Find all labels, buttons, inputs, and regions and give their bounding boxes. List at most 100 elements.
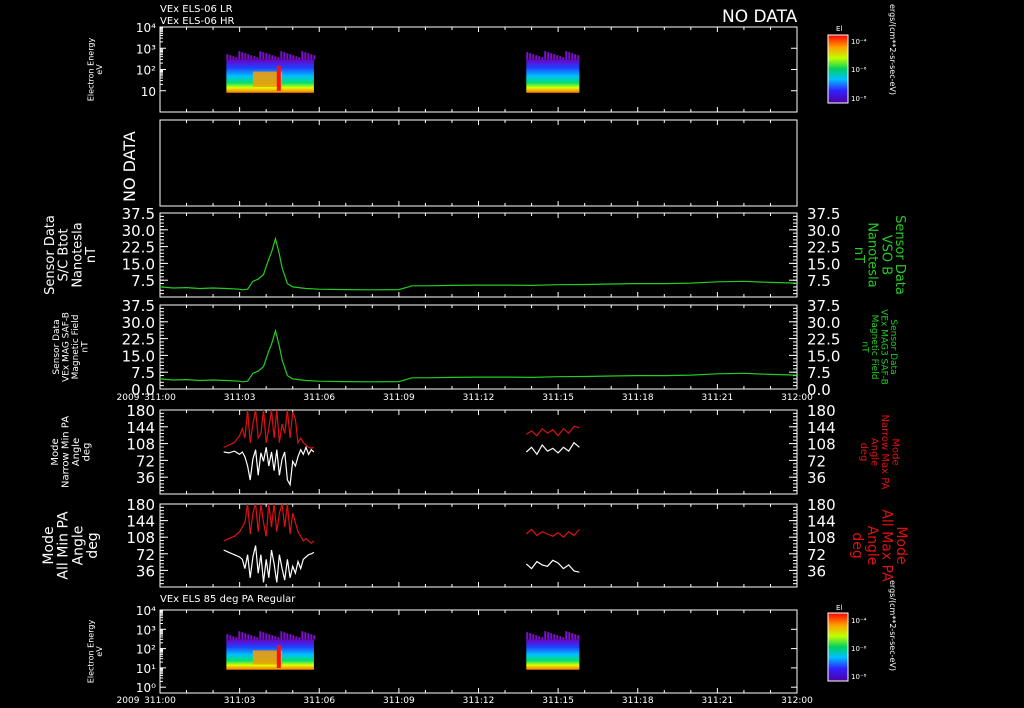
colorbar-top: El 10⁻⁴ 10⁻⁶ 10⁻⁸ ergs/(cm**2-sr-sec-eV) — [827, 4, 897, 104]
y-tick-label: 180 — [126, 496, 155, 514]
y-tick-label: 144 — [126, 419, 155, 437]
panel-3-ylabel-right-line: nT — [851, 247, 866, 263]
spectrogram-block — [526, 639, 580, 670]
spectrogram-speck — [274, 636, 277, 640]
spectrogram-speck — [229, 55, 232, 60]
panel-3-ylabel-right: Sensor DataVSO BNanoteslanT — [851, 215, 907, 295]
spectrogram-speck — [259, 631, 262, 640]
panel-5-ylabel-left-line: deg — [81, 443, 92, 462]
y-tick-label-right: 30.0 — [807, 222, 840, 240]
spectrogram-speck — [298, 57, 301, 60]
spectrogram-speck — [535, 55, 538, 60]
colorbar-top-tick-2: 10⁻⁶ — [851, 66, 867, 74]
y-tick-label: 144 — [126, 513, 155, 531]
colorbar-bottom-tick-1: 10⁻⁴ — [851, 617, 867, 625]
time-tick-label-mid: 311:09 — [383, 393, 415, 403]
time-tick-label-bottom: 311:21 — [702, 696, 734, 706]
panel-5-ylabel-left-line: Angle — [71, 438, 82, 466]
spectrogram-speck — [283, 52, 286, 60]
spectrogram-speck — [229, 635, 232, 640]
y-tick-label: 10 — [141, 85, 156, 99]
spectrogram-speck — [280, 631, 283, 640]
spectrogram-speck — [541, 57, 544, 60]
spectrogram-speck — [538, 56, 541, 60]
y-tick-label-right: 7.5 — [807, 364, 831, 382]
colorbar-bottom-gradient — [827, 612, 849, 682]
header-line-1: VEx ELS-06 LR — [160, 4, 233, 15]
spectrogram-speck — [250, 55, 253, 60]
time-tick-label-mid: 311:06 — [303, 393, 335, 403]
y-tick-label: 36 — [136, 469, 155, 487]
y-tick-label-right: 180 — [807, 402, 836, 420]
spectrogram-speck — [529, 633, 532, 640]
spectrogram-speck — [550, 633, 553, 640]
y-tick-label-right: 37.5 — [807, 297, 840, 315]
spectrogram-speck — [289, 634, 292, 640]
spectrogram-speck — [244, 53, 247, 60]
spectrogram-speck — [550, 53, 553, 60]
panel-6-ylabel-left-line: All Min PA — [56, 511, 72, 580]
spectrogram-speck — [238, 51, 241, 60]
panel-5-ylabel-right-line: Mode — [889, 438, 900, 465]
y-tick-label: 10⁴ — [136, 21, 156, 35]
panel2-no-data: NO DATA — [120, 131, 139, 202]
series-line-narrow-min-pa — [525, 441, 580, 456]
time-tick-label-mid: 311:15 — [542, 393, 574, 403]
spectrogram-speck — [571, 633, 574, 640]
series-line-narrow-max-pa — [525, 425, 580, 437]
colorbar-top-tick-1: 10⁻⁴ — [851, 38, 867, 46]
spectrogram-speck — [577, 55, 580, 60]
time-tick-label-bottom: 312:00 — [781, 696, 813, 706]
panel7-title: VEx ELS 85 deg PA Regular — [160, 594, 296, 605]
spectrogram-peak — [276, 65, 281, 91]
panel-6-ylabel-left: ModeAll Min PAAngledeg — [41, 511, 101, 580]
spectrogram-speck — [277, 637, 280, 640]
spectrogram-speck — [547, 52, 550, 60]
panel-6-ylabel-right-line: Mode — [893, 526, 909, 564]
time-tick-label-bottom: 311:03 — [224, 696, 256, 706]
y-tick-label: 10³ — [136, 42, 156, 56]
year-label-bottom: 2009 — [117, 696, 140, 706]
spectrogram-speck — [529, 53, 532, 60]
time-tick-label-bottom: 311:06 — [303, 696, 335, 706]
y-tick-label: 15.0 — [122, 255, 155, 273]
series-line-b-field — [159, 328, 798, 383]
spectrogram-speck — [577, 635, 580, 640]
panel-6-ylabel-left-line: Angle — [70, 526, 86, 566]
spectrogram-peak — [276, 645, 281, 668]
y-tick-label: 7.5 — [131, 364, 155, 382]
panel-5-ylabel-left: Mode Narrow Min PA Angle deg — [50, 416, 93, 488]
y-tick-label-right: 108 — [807, 529, 836, 547]
spectrogram-speck — [535, 635, 538, 640]
panel-3-ylabel-left: Sensor DataS/C BtotNanoteslanT — [43, 215, 99, 295]
spectrogram-speck — [310, 634, 313, 640]
spectrogram-speck — [268, 634, 271, 640]
spectrogram-speck — [274, 56, 277, 60]
panel-5-ylabel-right-line: Angle — [868, 438, 879, 466]
spectrogram-speck — [289, 54, 292, 60]
y-tick-label: 72 — [136, 546, 155, 564]
panel-6-ylabel-right: ModeAll Max PAAngledeg — [849, 509, 909, 582]
spectrogram-speck — [304, 632, 307, 640]
multi-panel-plot: VEx ELS-06 LR VEx ELS-06 HR NO DATA NO D… — [41, 4, 909, 706]
y-tick-label-right: 37.5 — [807, 205, 840, 223]
spectrogram-speck — [271, 635, 274, 640]
spectrogram-speck — [292, 635, 295, 640]
spectrogram-speck — [571, 53, 574, 60]
spectrogram-speck — [544, 631, 547, 640]
panel-4-frame — [159, 304, 798, 390]
y-tick-label-right: 144 — [807, 419, 836, 437]
spectrogram-speck — [565, 631, 568, 640]
y-tick-label: 22.5 — [122, 239, 155, 257]
spectrogram-speck — [295, 636, 298, 640]
y-tick-label: 10¹ — [136, 662, 156, 676]
spectrogram-speck — [292, 55, 295, 60]
spectrogram-speck — [526, 632, 529, 640]
y-tick-label-right: 30.0 — [807, 314, 840, 332]
spectrogram-speck — [541, 637, 544, 640]
panel-6-ylabel-left-line: deg — [85, 532, 101, 558]
spectrogram-speck — [526, 52, 529, 60]
spectrogram-speck — [295, 56, 298, 60]
spectrogram-speck — [532, 634, 535, 640]
y-tick-label: 72 — [136, 452, 155, 470]
